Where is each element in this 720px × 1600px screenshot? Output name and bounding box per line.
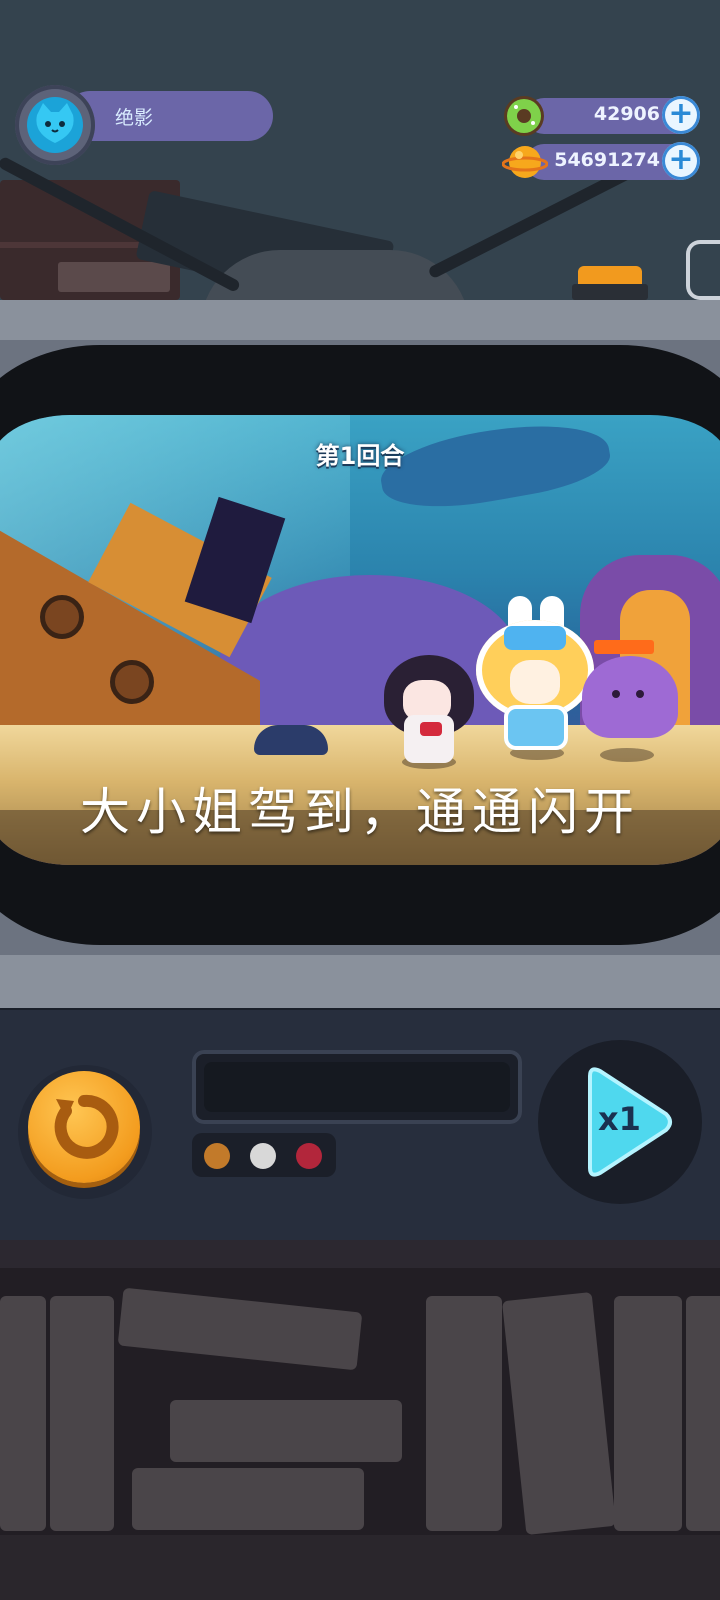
player-avatar[interactable] bbox=[15, 85, 95, 165]
currency-planet-value: 54691274 bbox=[554, 149, 660, 171]
enemy-hp-bar bbox=[594, 640, 654, 654]
indicator-lamp-red bbox=[296, 1143, 322, 1169]
currency-donut: 42906 + bbox=[502, 94, 702, 138]
game-screen: 绝影 42906 + 54691274 + 第1回合 大小姐驾到，通通闪开 x1 bbox=[0, 0, 720, 1600]
currency-donut-value: 42906 bbox=[593, 103, 660, 125]
jellyfish-enemy bbox=[582, 656, 678, 738]
player-name-bar bbox=[65, 91, 273, 141]
tv-top-bezel bbox=[0, 300, 720, 340]
planet-icon bbox=[501, 140, 549, 184]
indicator-lights bbox=[192, 1133, 336, 1177]
speed-toggle-button[interactable]: x1 bbox=[538, 1040, 702, 1204]
purple-coral-decor bbox=[220, 575, 520, 745]
panel-display bbox=[192, 1050, 522, 1124]
player-card[interactable]: 绝影 bbox=[15, 85, 273, 165]
tv-bottom-bezel bbox=[0, 955, 720, 1010]
currency-planet: 54691274 + bbox=[501, 140, 702, 184]
paper-clip-decor bbox=[686, 240, 720, 300]
indicator-lamp-white bbox=[250, 1143, 276, 1169]
add-donut-button[interactable]: + bbox=[662, 96, 700, 134]
indicator-lamp-orange bbox=[204, 1143, 230, 1169]
round-label: 第1回合 bbox=[315, 442, 405, 470]
sea-slug-character bbox=[254, 725, 328, 755]
replay-button[interactable] bbox=[18, 1065, 152, 1199]
dialogue-subtitle: 大小姐驾到，通通闪开 bbox=[80, 783, 640, 841]
add-planet-button[interactable]: + bbox=[662, 142, 700, 180]
siren-light-decor bbox=[572, 266, 648, 300]
book-decor bbox=[0, 1296, 46, 1531]
speed-label: x1 bbox=[598, 1100, 641, 1138]
replay-icon bbox=[54, 1094, 119, 1159]
cat-face-icon bbox=[36, 103, 74, 143]
donut-icon bbox=[502, 94, 546, 138]
player-name: 绝影 bbox=[115, 107, 154, 129]
